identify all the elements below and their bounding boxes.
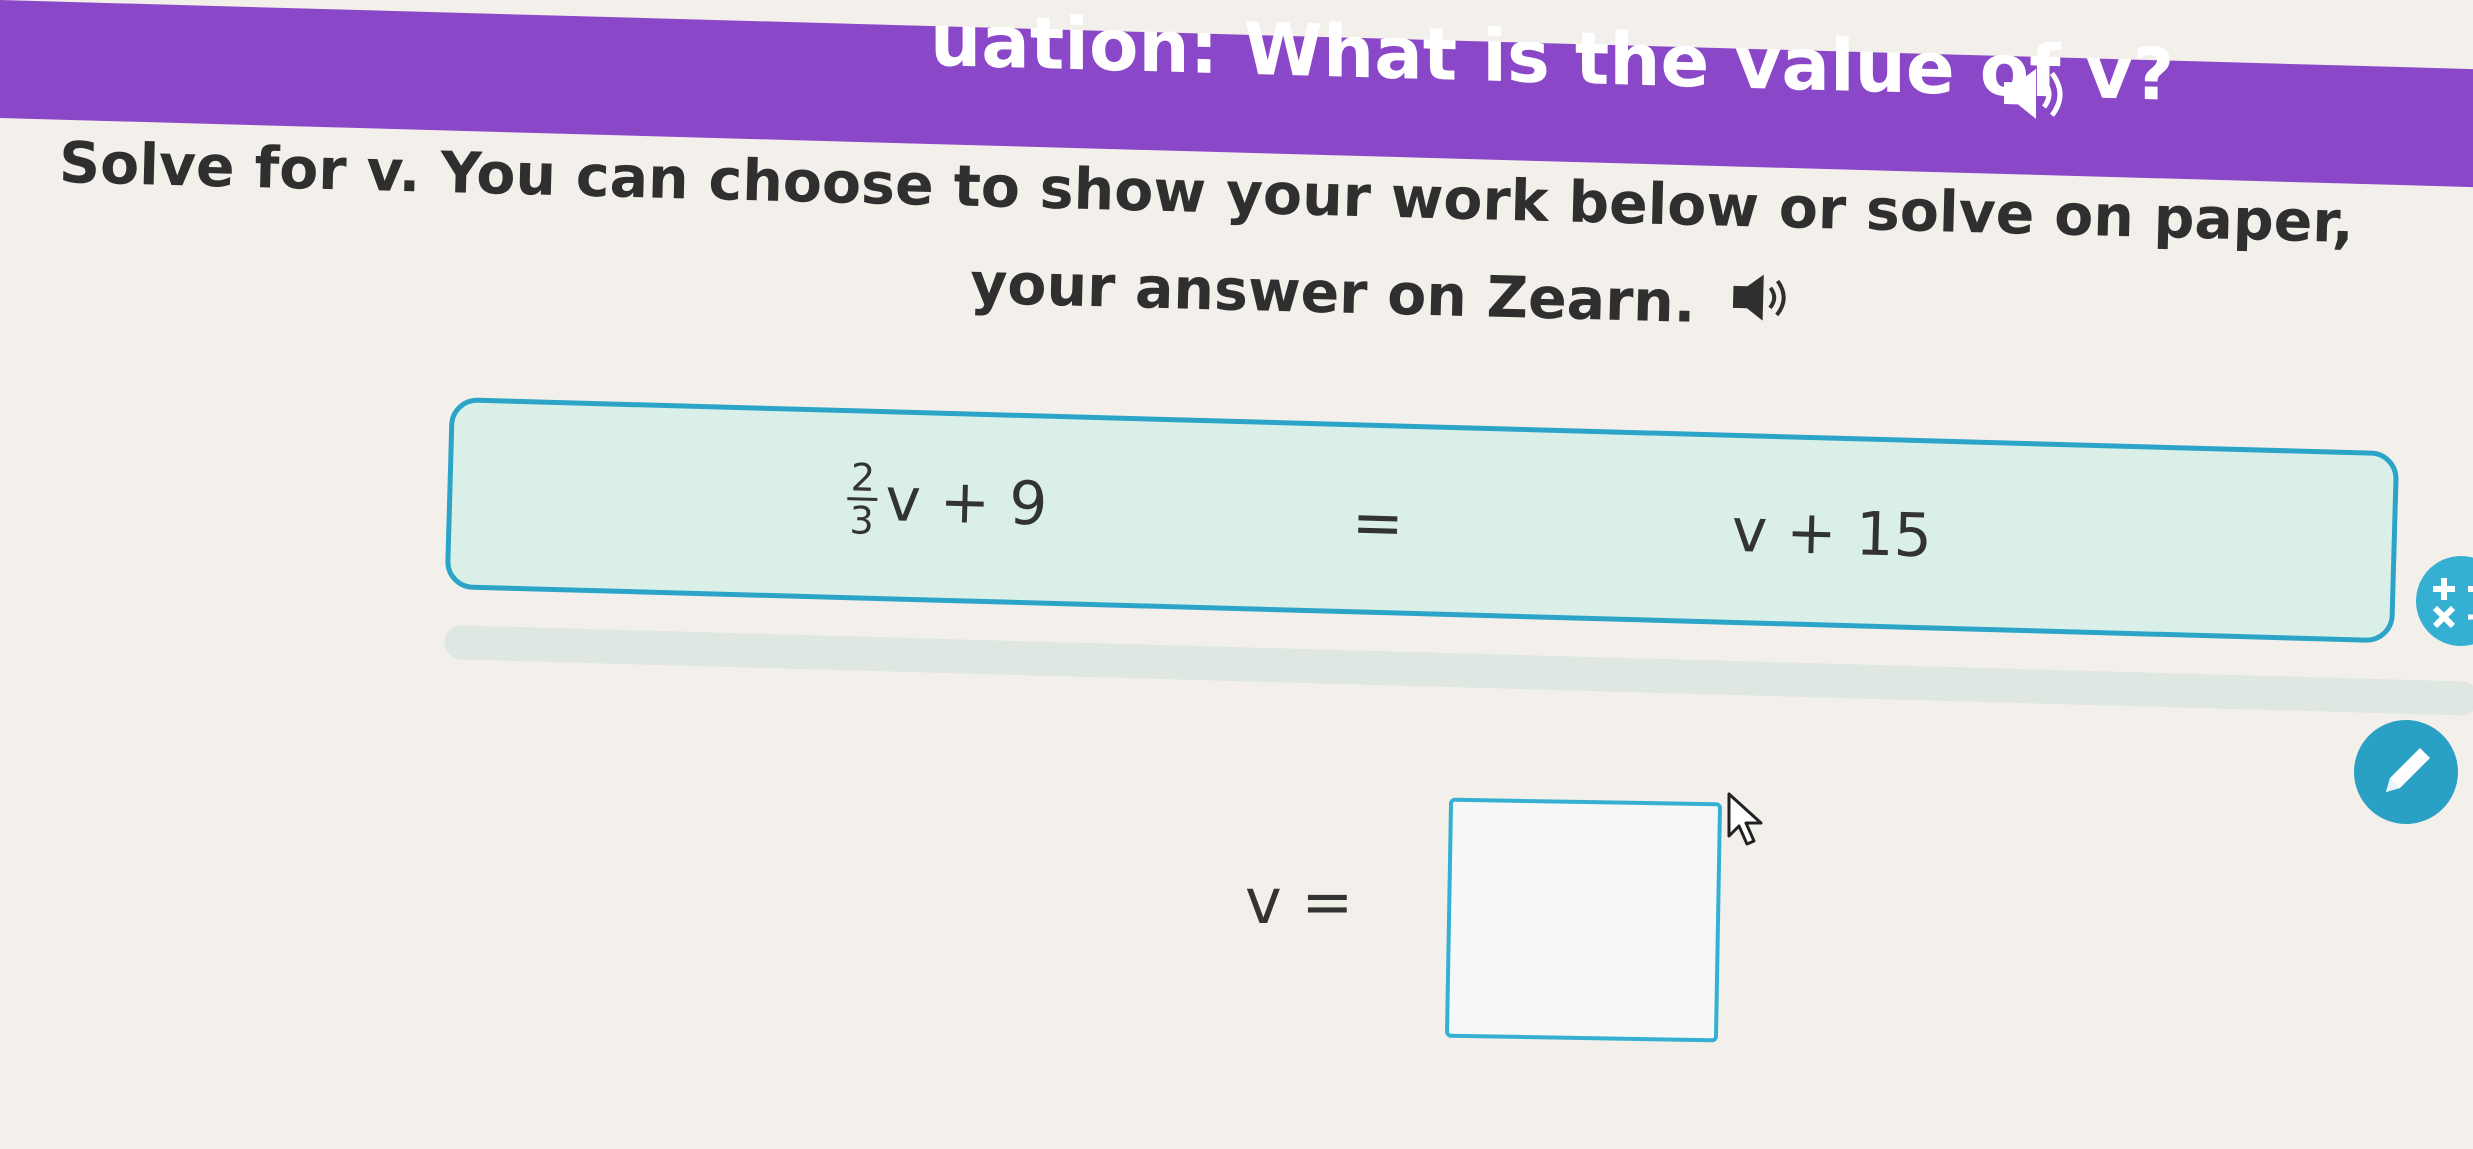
fraction-numerator: 2 bbox=[850, 455, 876, 500]
work-area-shadow bbox=[444, 625, 2473, 716]
pencil-icon[interactable] bbox=[2354, 720, 2458, 824]
fraction-denominator: 3 bbox=[849, 498, 875, 543]
instructions-line-2: your answer on Zearn. bbox=[969, 250, 1697, 336]
banner-title: uation: What is the value of v? bbox=[930, 0, 2175, 117]
fraction: 2 3 bbox=[846, 455, 878, 543]
answer-input[interactable] bbox=[1444, 797, 1723, 1043]
speaker-icon[interactable] bbox=[1998, 62, 2072, 130]
equals-sign: = bbox=[1350, 485, 1405, 560]
answer-label: v = bbox=[1245, 865, 1354, 938]
equation-card[interactable]: 2 3 v + 9 = v + 15 bbox=[444, 397, 2400, 644]
left-expression: v + 9 bbox=[884, 464, 1049, 540]
equation-right-side[interactable]: v + 15 bbox=[1731, 496, 1933, 572]
mouse-cursor-icon bbox=[1725, 790, 1769, 854]
plus-minus-times-divide-icon[interactable] bbox=[2416, 556, 2473, 646]
speaker-icon[interactable] bbox=[1729, 270, 1797, 340]
instructions-line-2-row: your answer on Zearn. bbox=[969, 250, 2456, 357]
equation-left-side[interactable]: 2 3 v + 9 bbox=[846, 455, 1049, 546]
